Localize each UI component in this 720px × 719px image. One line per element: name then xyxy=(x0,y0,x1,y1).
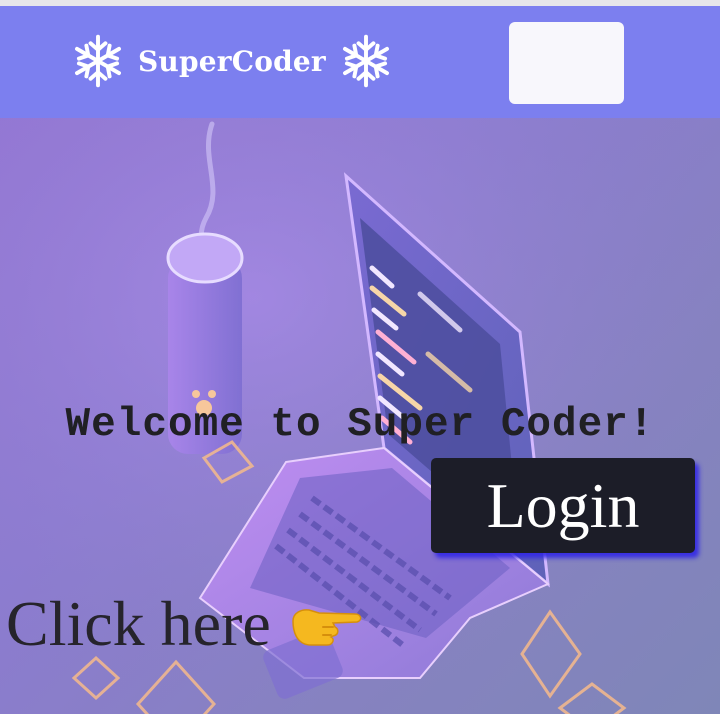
menu-toggle-button[interactable] xyxy=(509,22,624,104)
snowflake-icon xyxy=(342,34,389,88)
bottom-border xyxy=(0,714,720,719)
login-button[interactable]: Login xyxy=(431,458,695,553)
click-here-text: Click here xyxy=(6,588,271,659)
snowflake-icon xyxy=(75,34,121,88)
navbar: SuperCoder xyxy=(0,6,720,118)
welcome-heading: Welcome to Super Coder! xyxy=(65,402,655,448)
brand-name: SuperCoder xyxy=(138,44,326,78)
hero-section: Welcome to Super Coder! Click here Login xyxy=(0,118,720,714)
brand[interactable]: SuperCoder xyxy=(70,28,394,94)
login-prompt: Click here xyxy=(6,588,365,660)
pointing-hand-icon xyxy=(292,609,362,646)
